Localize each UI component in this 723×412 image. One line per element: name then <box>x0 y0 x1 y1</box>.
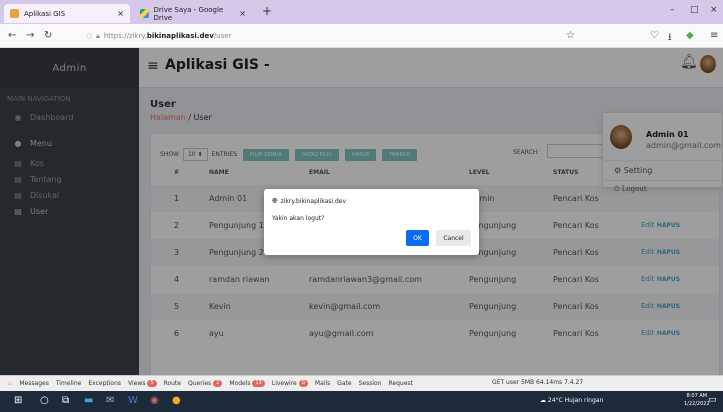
debugbar-logo-icon[interactable]: ♨ <box>7 380 12 387</box>
debug-tab-label: Timeline <box>55 380 82 387</box>
shield-icon: ◌ <box>86 32 93 40</box>
clock-time: 8:07 AM <box>686 393 708 399</box>
maximize-button[interactable]: □ <box>690 5 699 15</box>
dialog-message: Yakin akan logut? <box>272 215 325 222</box>
weather-text: 24°C Hujan ringan <box>547 397 604 404</box>
file-explorer-icon[interactable]: ▬ <box>84 395 93 406</box>
debug-tab-label: Models <box>229 380 251 387</box>
cancel-button[interactable]: Cancel <box>436 230 471 246</box>
debug-tab-models[interactable]: Models 13 <box>229 380 265 387</box>
clock[interactable]: 8:07 AM 1/22/2022 <box>684 392 710 408</box>
cloud-icon: ☁ <box>540 397 548 404</box>
close-tab-icon[interactable]: × <box>239 9 246 18</box>
ok-button[interactable]: OK <box>406 230 429 246</box>
debug-tab-route[interactable]: Route <box>164 380 181 387</box>
debug-tab-session[interactable]: Session <box>359 380 382 387</box>
debug-tab-label: Route <box>163 380 181 387</box>
pocket-icon[interactable]: ♡ <box>650 30 659 41</box>
bookmark-star-icon[interactable]: ☆ <box>566 30 575 41</box>
debug-tab-label: Views <box>128 380 146 387</box>
mail-icon[interactable]: ✉ <box>106 395 114 406</box>
reload-icon[interactable]: ↻ <box>44 30 52 41</box>
debug-tab-label: Livewire <box>271 380 297 387</box>
lock-icon: 🔒︎ <box>96 31 100 40</box>
count-badge: 0 <box>298 380 308 387</box>
word-icon[interactable]: W <box>128 395 138 406</box>
firefox-icon[interactable]: ● <box>172 395 181 406</box>
count-badge: 5 <box>147 380 157 387</box>
task-view-icon[interactable]: ⧉ <box>62 395 69 406</box>
debug-tab-messages[interactable]: Messages <box>19 380 48 387</box>
tab-google-drive[interactable]: Drive Saya - Google Drive × <box>134 4 252 23</box>
debug-tab-label: Request <box>388 380 413 387</box>
debug-tab-label: Mails <box>314 380 331 387</box>
notification-icon[interactable]: ▭ <box>708 395 717 405</box>
globe-icon: 🌐︎ <box>272 197 278 205</box>
debug-tab-label: Queries <box>187 380 212 387</box>
close-window-button[interactable]: × <box>710 5 718 15</box>
dialog-host: 🌐︎ zikry.bikinaplikasi.dev <box>272 197 346 206</box>
debug-tab-request[interactable]: Request <box>389 380 413 387</box>
debug-tab-exceptions[interactable]: Exceptions <box>88 380 121 387</box>
app-favicon-icon <box>10 9 19 18</box>
forward-arrow-icon[interactable]: → <box>26 30 34 41</box>
count-badge: 2 <box>213 380 223 387</box>
debug-bar-stats: GET user 5MB 64.14ms 7.4.27 <box>492 379 584 386</box>
debug-tab-views[interactable]: Views 5 <box>128 380 157 387</box>
close-tab-icon[interactable]: × <box>117 9 124 18</box>
count-badge: 13 <box>252 380 265 387</box>
download-icon[interactable]: ⭳ <box>668 30 672 47</box>
back-arrow-icon[interactable]: ← <box>8 30 16 41</box>
debug-tab-queries[interactable]: Queries 2 <box>187 380 223 387</box>
debug-tab-timeline[interactable]: Timeline <box>56 380 82 387</box>
tab-title: Drive Saya - Google Drive <box>153 5 224 22</box>
debug-tab-label: Messages <box>19 380 49 387</box>
debug-bar: ♨ Messages Timeline Exceptions Views 5 Route Qu… <box>0 375 723 391</box>
tab-aplikasi-gis[interactable]: Aplikasi GIS × <box>4 4 130 23</box>
url-bar[interactable]: ◌ 🔒︎ https://zikry. bikinaplikasi.dev/use… <box>86 27 586 45</box>
tab-title: Aplikasi GIS <box>24 9 66 18</box>
menu-icon[interactable]: ≡ <box>710 30 718 41</box>
media-icon[interactable]: ◉ <box>150 395 159 406</box>
browser-nav-bar: ← → ↻ ◌ 🔒︎ https://zikry. bikinaplikasi.d… <box>0 24 723 48</box>
extension-icon[interactable]: ◆ <box>686 30 694 41</box>
debug-tab-gate[interactable]: Gate <box>337 380 351 387</box>
clock-date: 1/22/2022 <box>684 401 710 407</box>
minimize-button[interactable]: – <box>670 5 675 15</box>
new-tab-button[interactable]: + <box>262 4 272 18</box>
url-domain: bikinaplikasi.dev <box>146 32 214 40</box>
debug-tab-label: Exceptions <box>88 380 121 387</box>
drive-favicon-icon <box>140 9 149 18</box>
url-prefix: https://zikry. <box>103 32 147 40</box>
search-icon[interactable]: ○ <box>40 395 49 406</box>
debug-tab-label: Session <box>358 380 382 387</box>
debug-tab-label: Gate <box>337 380 352 387</box>
dialog-host-text: zikry.bikinaplikasi.dev <box>280 198 347 205</box>
system-tray: ☁ 24°C Hujan ringan <box>540 397 603 404</box>
debug-tab-mails[interactable]: Mails <box>315 380 330 387</box>
windows-start-icon[interactable]: ⊞ <box>14 395 22 406</box>
url-path: /user <box>213 32 232 40</box>
debug-tab-livewire[interactable]: Livewire 0 <box>272 380 308 387</box>
